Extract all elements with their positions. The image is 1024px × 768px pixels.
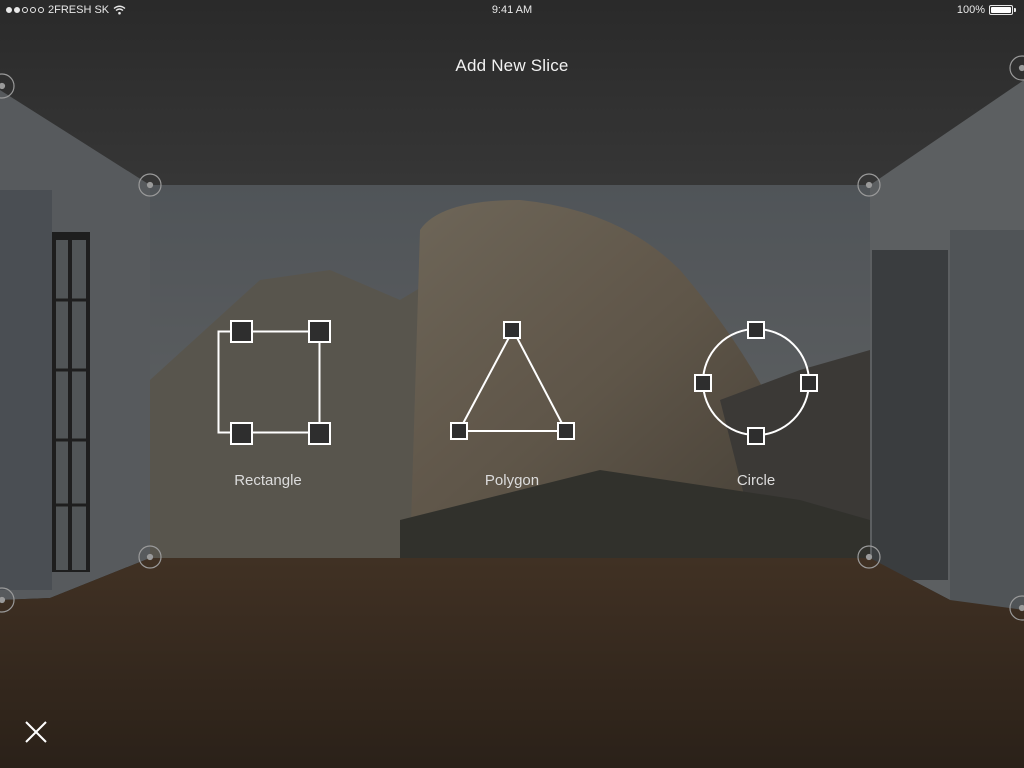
polygon-shape-icon xyxy=(450,321,575,440)
battery-cap xyxy=(1014,8,1016,12)
rectangle-option-label: Rectangle xyxy=(234,472,302,489)
status-time: 9:41 AM xyxy=(491,4,533,16)
polygon-option-label: Polygon xyxy=(484,472,540,489)
rectangle-option-button[interactable]: Rectangle xyxy=(178,316,358,489)
status-bar: 2FRESH SK 9:41 AM 100% xyxy=(0,0,1024,20)
status-right: 100% xyxy=(957,4,1016,16)
circle-option-button[interactable]: Circle xyxy=(666,316,846,489)
polygon-option-button[interactable]: Polygon xyxy=(422,316,602,489)
rectangle-shape-icon xyxy=(217,320,331,445)
close-icon[interactable] xyxy=(22,718,50,746)
circle-option-label: Circle xyxy=(736,472,776,489)
page-title: Add New Slice xyxy=(455,56,569,75)
battery-level-fill xyxy=(991,7,1011,13)
battery-percent: 100% xyxy=(956,4,985,16)
battery-icon xyxy=(989,5,1013,15)
circle-shape-icon xyxy=(694,321,818,445)
